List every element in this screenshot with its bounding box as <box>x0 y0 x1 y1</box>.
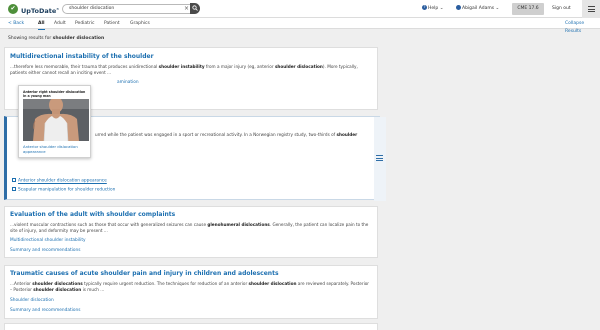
top-header: ✔ UpToDate® shoulder dislocation × ? Help… <box>0 0 600 18</box>
result-title[interactable]: Traumatic causes of acute shoulder pain … <box>10 269 279 278</box>
result-section-link[interactable]: Multidirectional shoulder instability <box>10 238 86 244</box>
result-card: Traumatic causes of acute shoulder pain … <box>4 265 378 319</box>
back-link[interactable]: < Back <box>8 20 24 28</box>
result-snippet: ...Anterior shoulder dislocations typica… <box>10 281 370 292</box>
image-icon <box>12 178 16 182</box>
result-section-link[interactable]: Shoulder dislocation <box>10 298 54 304</box>
tab-patient[interactable]: Patient <box>104 20 120 28</box>
tab-graphics[interactable]: Graphics <box>130 20 150 28</box>
uptodate-logo-icon[interactable]: ✔ <box>8 4 18 14</box>
result-snippet: urred while the patient was engaged in a… <box>95 132 358 137</box>
graphic-title-link[interactable]: Anterior shoulder dislocation appearance <box>23 144 89 154</box>
results-nav: < Back All Adult Pediatric Patient Graph… <box>0 18 600 34</box>
logo-text[interactable]: UpToDate® <box>21 4 59 16</box>
image-icon <box>12 187 16 191</box>
graphic-link[interactable]: Scapular manipulation for shoulder reduc… <box>12 187 115 194</box>
result-title[interactable]: Multidirectional instability of the shou… <box>10 52 154 61</box>
search-value[interactable]: shoulder dislocation <box>69 5 114 13</box>
result-snippet: ...violent muscular contractions such as… <box>10 222 369 233</box>
collapse-results-link[interactable]: Collapse Results <box>565 20 600 36</box>
cme-button[interactable]: CME 17.6 <box>512 3 544 15</box>
search-icon <box>192 5 198 11</box>
list-icon[interactable] <box>376 155 383 161</box>
close-icon[interactable]: × <box>184 5 189 13</box>
graphic-link[interactable]: Anterior shoulder dislocation appearance <box>12 178 107 185</box>
result-section-link[interactable]: Summary and recommendations <box>10 308 80 314</box>
search-input[interactable]: shoulder dislocation × <box>62 4 199 14</box>
side-panel <box>374 117 386 201</box>
result-card <box>4 323 378 330</box>
hamburger-menu-icon[interactable] <box>582 0 600 18</box>
graphic-caption: Anterior right shoulder dislocation in a… <box>23 90 86 98</box>
graphic-preview-popup[interactable]: Anterior right shoulder dislocation in a… <box>18 85 91 158</box>
user-icon <box>456 5 461 10</box>
user-menu[interactable]: Abigail Adams ⌄ <box>456 4 499 14</box>
result-section-link[interactable]: Summary and recommendations <box>10 248 80 254</box>
result-card: Evaluation of the adult with shoulder co… <box>4 206 378 258</box>
search-button[interactable] <box>190 3 200 14</box>
shoulder-dislocation-image[interactable] <box>23 99 89 141</box>
result-title[interactable]: Evaluation of the adult with shoulder co… <box>10 210 175 219</box>
patient-photo-illustration <box>23 99 89 141</box>
tab-all[interactable]: All <box>38 20 45 30</box>
result-section-link[interactable]: amination <box>117 80 139 86</box>
help-menu[interactable]: ? Help ⌄ <box>422 4 443 14</box>
result-snippet: ...therefore less memorable, their traum… <box>10 64 358 75</box>
tab-adult[interactable]: Adult <box>54 20 66 28</box>
results-summary: Showing results for shoulder dislocation <box>8 36 105 41</box>
signout-link[interactable]: Sign out <box>552 4 571 14</box>
tab-pediatric[interactable]: Pediatric <box>75 20 95 28</box>
help-icon: ? <box>422 5 427 10</box>
